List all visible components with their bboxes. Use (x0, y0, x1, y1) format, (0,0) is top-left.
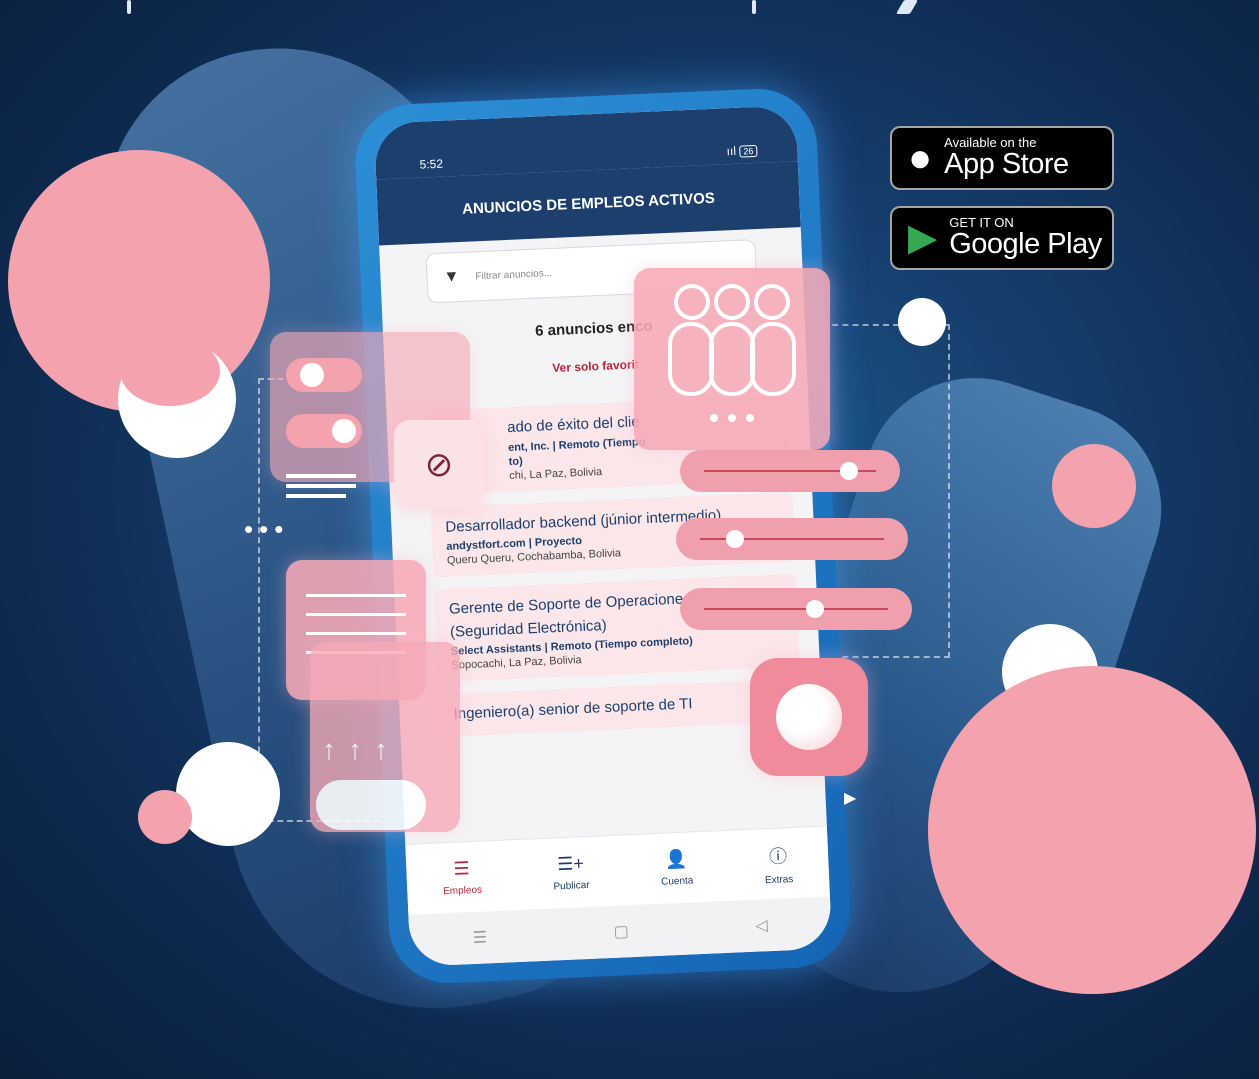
play-icon: ▶ (844, 790, 857, 807)
upload-arrows-icon: ↑↑↑ (322, 734, 400, 765)
filter-placeholder: Filtrar anuncios... (475, 267, 553, 282)
team-icon-tile[interactable] (634, 268, 830, 450)
decor-circle (120, 336, 220, 406)
slider-control[interactable] (676, 518, 908, 560)
tab-label: Extras (764, 873, 794, 886)
team-icon (668, 284, 796, 422)
cloud-icon (316, 780, 426, 830)
job-title: Ingeniero(a) senior de soporte de TI (453, 695, 693, 723)
eye-slash-icon: ⊘ (424, 446, 454, 484)
decor-circle (138, 790, 192, 844)
status-time: 5:52 (419, 156, 444, 172)
menu-icon[interactable]: ☰ (472, 927, 487, 948)
upload-panel: ↑↑↑ (310, 642, 460, 832)
record-button-tile[interactable] (750, 658, 868, 776)
user-gear-icon: 👤 (664, 848, 688, 870)
add-list-icon: ☰+ (556, 853, 585, 875)
hidden-eye-tile[interactable]: ⊘ (394, 420, 484, 510)
job-card[interactable]: Ingeniero(a) senior de soporte de TI ☆ (438, 678, 803, 737)
app-store-big: App Store (944, 148, 1069, 181)
app-store-badge[interactable]: ● Available on the App Store (890, 126, 1114, 190)
tab-publicar[interactable]: ☰+ Publicar (552, 853, 590, 893)
tab-label: Publicar (553, 879, 590, 893)
top-text-fragment (127, 0, 131, 14)
tab-empleos[interactable]: ☰ Empleos (442, 858, 483, 898)
top-text-fragment (895, 0, 919, 14)
toggle-switch[interactable] (286, 414, 362, 448)
back-icon[interactable]: ◁ (755, 915, 768, 936)
tab-extras[interactable]: ⓘ Extras (763, 842, 794, 886)
decor-circle (1052, 444, 1136, 528)
apple-icon: ● (908, 136, 933, 180)
status-signal: ııl 26 (726, 143, 758, 158)
toggle-switch[interactable] (286, 358, 362, 392)
top-text-fragment (752, 0, 756, 14)
filter-icon: ▼ (443, 268, 460, 286)
list-icon: ☰ (453, 858, 471, 879)
home-icon[interactable]: ▢ (613, 921, 629, 942)
info-icon: ⓘ (768, 845, 788, 867)
google-play-big: Google Play (949, 228, 1102, 261)
text-lines-panel (286, 468, 386, 528)
tab-label: Cuenta (660, 875, 694, 888)
google-play-badge[interactable]: ▶ GET IT ON Google Play (890, 206, 1114, 270)
tab-cuenta[interactable]: 👤 Cuenta (660, 848, 694, 888)
record-knob (776, 684, 842, 750)
dots-icon: ••• (244, 514, 290, 544)
tab-label: Empleos (442, 884, 483, 898)
decor-circle (928, 666, 1256, 994)
google-play-icon: ▶ (908, 217, 938, 259)
slider-control[interactable] (680, 588, 912, 630)
battery-icon: 26 (739, 144, 758, 158)
slider-control[interactable] (680, 450, 900, 492)
